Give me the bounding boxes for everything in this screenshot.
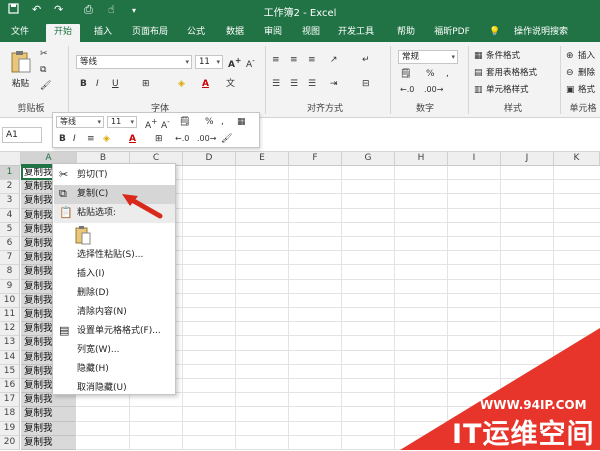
watermark-url: WWW.94IP.COM <box>480 398 587 412</box>
watermark-brand: IT运维空间 <box>452 419 595 450</box>
watermark-corner <box>400 328 600 450</box>
